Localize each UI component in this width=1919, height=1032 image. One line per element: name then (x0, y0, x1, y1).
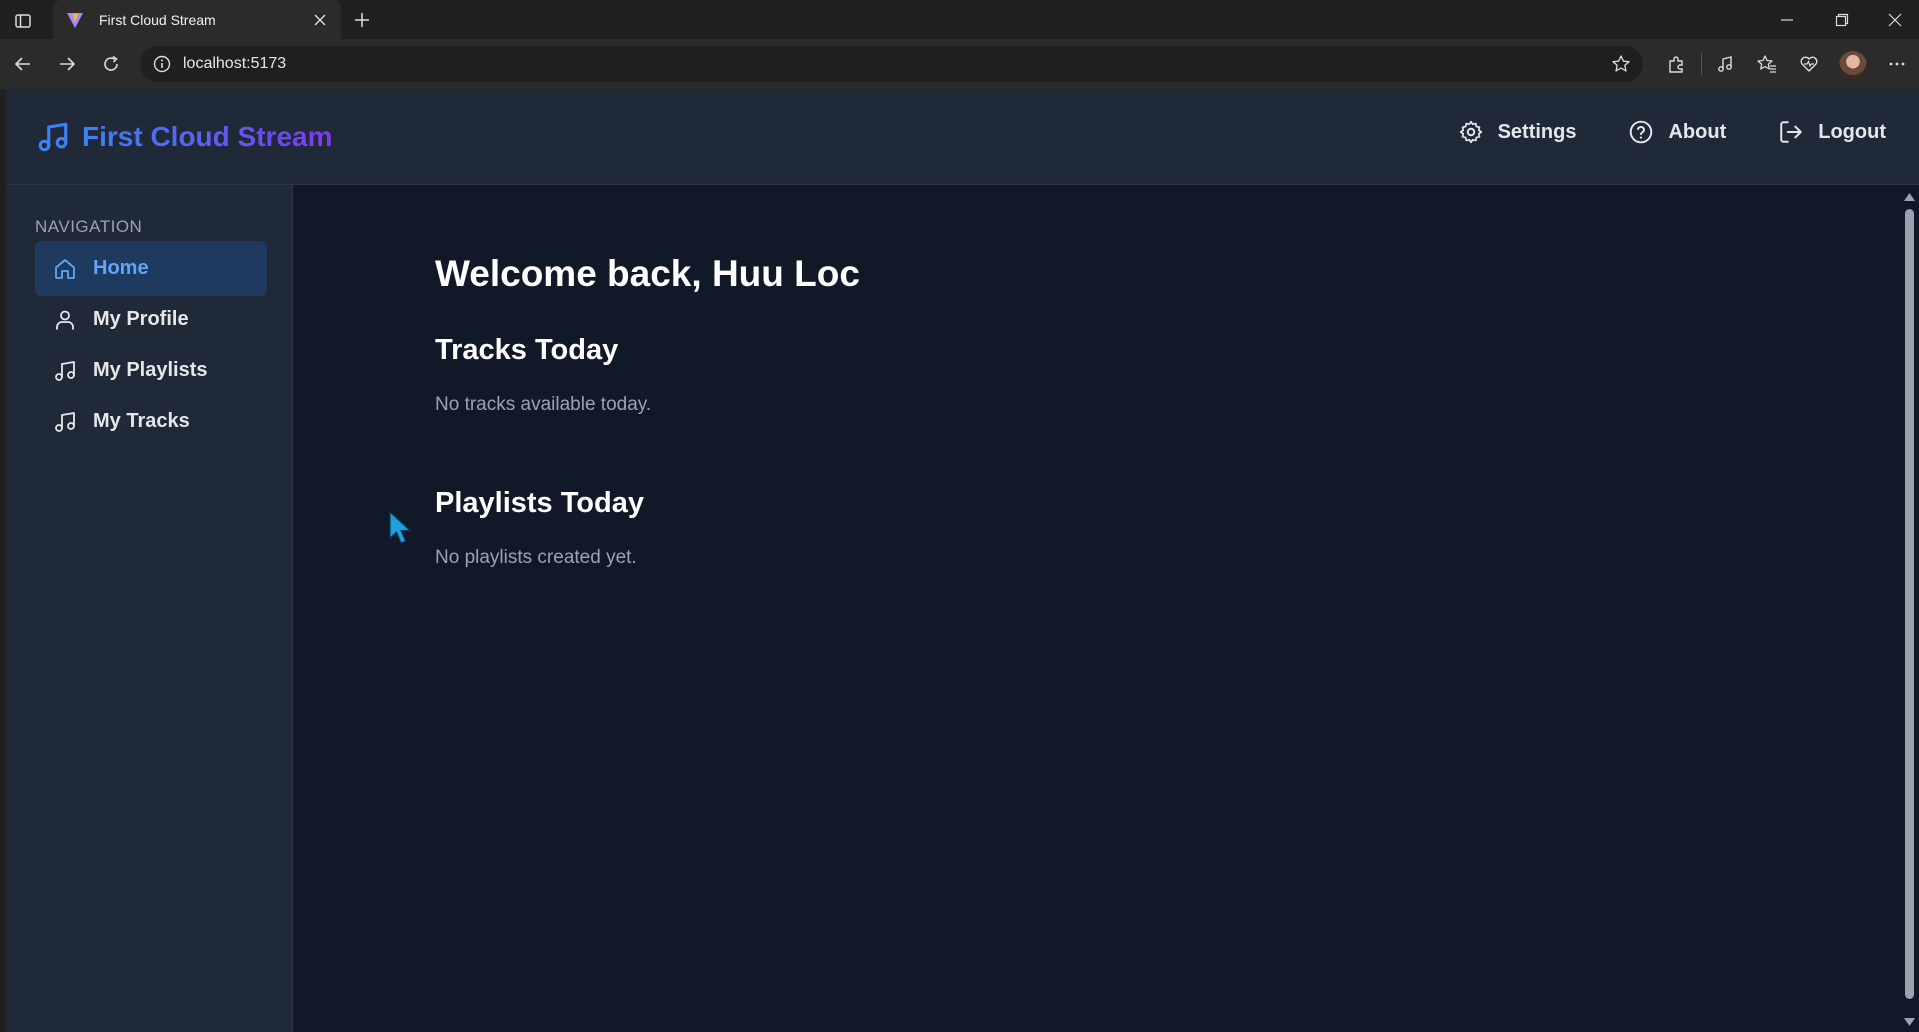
address-bar[interactable]: localhost:5173 (140, 46, 1643, 82)
scroll-down-arrow-icon[interactable] (1903, 1016, 1916, 1028)
back-icon[interactable] (10, 51, 36, 77)
header-nav: Settings About Logout (1406, 119, 1886, 145)
tracks-today-heading: Tracks Today (435, 334, 619, 366)
more-options-icon[interactable] (1884, 51, 1910, 77)
extensions-icon[interactable] (1663, 51, 1689, 77)
logout-link[interactable]: Logout (1778, 119, 1886, 145)
scrollbar-thumb[interactable] (1905, 209, 1914, 999)
media-control-icon[interactable] (1712, 51, 1738, 77)
logout-icon (1780, 121, 1802, 143)
brand-logo[interactable]: First Cloud Stream (36, 120, 332, 154)
browser-essentials-icon[interactable] (1796, 51, 1822, 77)
favorite-star-icon[interactable] (1611, 54, 1631, 74)
music-note-icon (55, 411, 75, 432)
tracks-empty-message: No tracks available today. (435, 394, 652, 415)
playlists-empty-message: No playlists created yet. (435, 547, 637, 568)
sidebar: NAVIGATION Home My Profile My Playlists … (6, 185, 293, 1032)
forward-icon[interactable] (54, 51, 80, 77)
sidebar-item-label: My Tracks (93, 410, 190, 432)
main-content: Welcome back, Huu Loc Tracks Today No tr… (294, 185, 1898, 1032)
welcome-heading: Welcome back, Huu Loc (435, 253, 860, 294)
toolbar-divider (1701, 53, 1702, 75)
music-note-icon (36, 120, 70, 154)
sidebar-item-label: Home (93, 257, 149, 279)
sidebar-item-label: My Playlists (93, 359, 208, 381)
sidebar-item-my-tracks[interactable]: My Tracks (35, 394, 267, 449)
minimize-icon[interactable] (1775, 8, 1799, 32)
close-window-icon[interactable] (1883, 8, 1907, 32)
about-label: About (1668, 120, 1727, 143)
vite-favicon-icon (65, 10, 85, 30)
sidebar-heading: NAVIGATION (35, 217, 143, 236)
close-tab-icon[interactable] (309, 9, 331, 31)
mouse-cursor-icon (388, 510, 414, 546)
user-icon (56, 310, 74, 330)
site-info-icon[interactable] (152, 54, 172, 74)
vertical-scrollbar[interactable] (1900, 185, 1919, 1032)
browser-toolbar: localhost:5173 (0, 39, 1919, 89)
gear-icon (1459, 120, 1482, 144)
brand-name: First Cloud Stream (82, 121, 333, 152)
about-link[interactable]: About (1628, 119, 1726, 145)
favorites-icon[interactable] (1754, 51, 1780, 77)
sidebar-item-label: My Profile (93, 308, 189, 330)
tab-title: First Cloud Stream (99, 11, 216, 28)
sidebar-item-home[interactable]: Home (35, 241, 267, 296)
sidebar-item-my-playlists[interactable]: My Playlists (35, 343, 267, 398)
new-tab-icon[interactable] (350, 8, 374, 32)
browser-tab-strip: First Cloud Stream (0, 0, 1919, 39)
settings-label: Settings (1497, 120, 1577, 143)
restore-icon[interactable] (1830, 8, 1854, 32)
browser-tab[interactable]: First Cloud Stream (53, 0, 341, 39)
tab-actions-icon[interactable] (12, 10, 34, 32)
scroll-up-arrow-icon[interactable] (1903, 191, 1916, 203)
profile-avatar[interactable] (1839, 51, 1867, 79)
settings-link[interactable]: Settings (1458, 119, 1577, 145)
help-circle-icon (1630, 120, 1653, 144)
logout-label: Logout (1818, 120, 1886, 143)
reload-icon[interactable] (98, 51, 124, 77)
music-note-icon (55, 360, 75, 381)
url-text: localhost:5173 (183, 55, 287, 72)
app-header: First Cloud Stream Settings About Logout (6, 89, 1919, 185)
playlists-today-heading: Playlists Today (435, 487, 644, 519)
sidebar-item-my-profile[interactable]: My Profile (35, 292, 267, 347)
home-icon (55, 258, 75, 279)
page-viewport: First Cloud Stream Settings About Logout… (6, 89, 1919, 1032)
